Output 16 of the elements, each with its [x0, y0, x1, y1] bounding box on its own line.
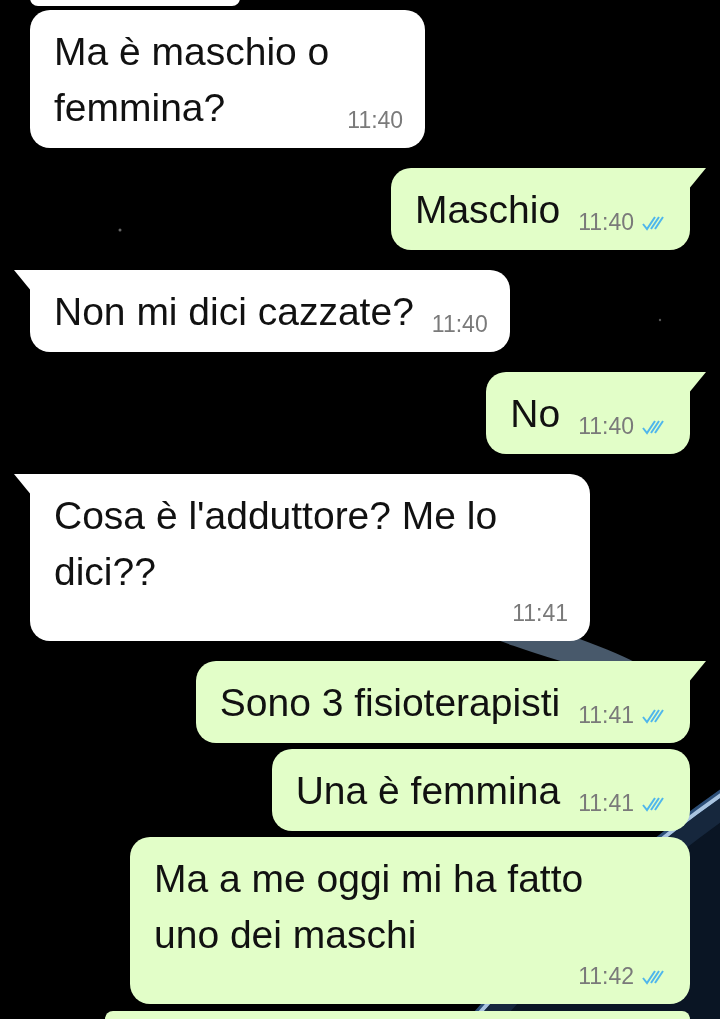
message-time: 11:41 — [512, 600, 568, 627]
message-time: 11:40 — [578, 209, 634, 236]
message-text: Non mi dici cazzate? — [54, 289, 414, 335]
message-time: 11:40 — [431, 311, 488, 338]
message-text: Ma è maschio o femmina? — [54, 29, 330, 131]
message-text: Una è femmina — [295, 768, 561, 814]
message-time: 11:41 — [578, 790, 634, 817]
message-time: 11:40 — [578, 413, 634, 440]
message-time: 11:42 — [578, 963, 634, 990]
message-time: 11:41 — [578, 702, 634, 729]
message-text: Maschio — [414, 187, 561, 233]
message-text: Ma a me oggi mi ha fatto uno dei maschi — [154, 856, 585, 958]
message-time: 11:40 — [347, 107, 404, 134]
message-text: Cosa è l'adduttore? Me lo dici?? — [54, 493, 499, 595]
message-text: Sono 3 fisioterapisti — [219, 680, 561, 726]
message-text: No — [510, 391, 561, 437]
